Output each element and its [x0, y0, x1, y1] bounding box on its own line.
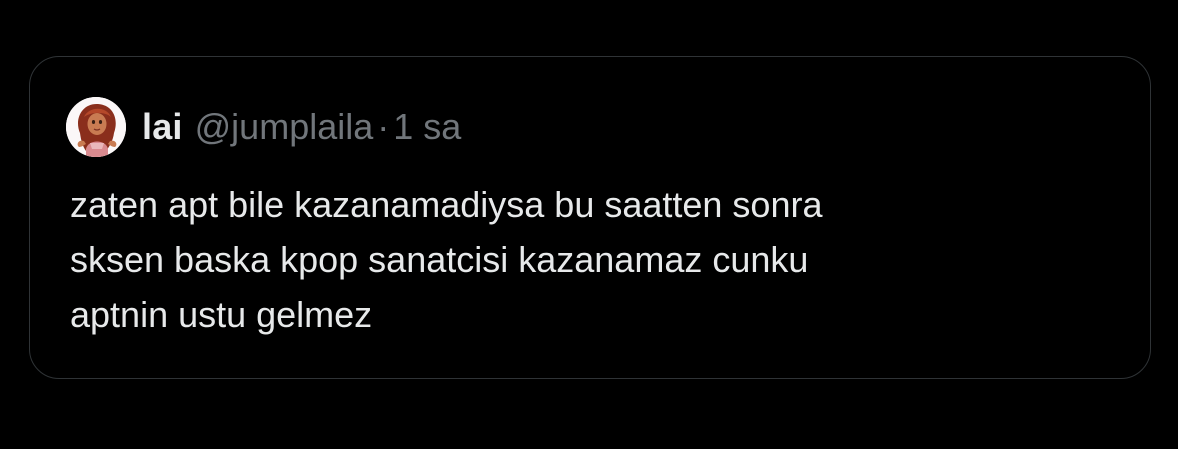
separator-dot: · [377, 106, 390, 147]
tweet-text-line: sksen baska kpop sanatcisi kazanamaz cun… [70, 239, 809, 280]
tweet-text: zaten apt bile kazanamadiysa bu saatten … [70, 177, 1110, 342]
author-handle[interactable]: @jumplaila [195, 106, 374, 148]
quoted-tweet-card[interactable]: lai @jumplaila · 1 sa zaten apt bile kaz… [29, 56, 1151, 379]
author-display-name[interactable]: lai [142, 106, 183, 148]
tweet-text-line: aptnin ustu gelmez [70, 294, 373, 335]
tweet-header: lai @jumplaila · 1 sa [66, 97, 461, 157]
avatar[interactable] [66, 97, 126, 157]
avatar-cartoon-girl-icon [66, 97, 126, 157]
tweet-text-line: zaten apt bile kazanamadiysa bu saatten … [70, 184, 823, 225]
tweet-timestamp[interactable]: 1 sa [393, 106, 461, 148]
